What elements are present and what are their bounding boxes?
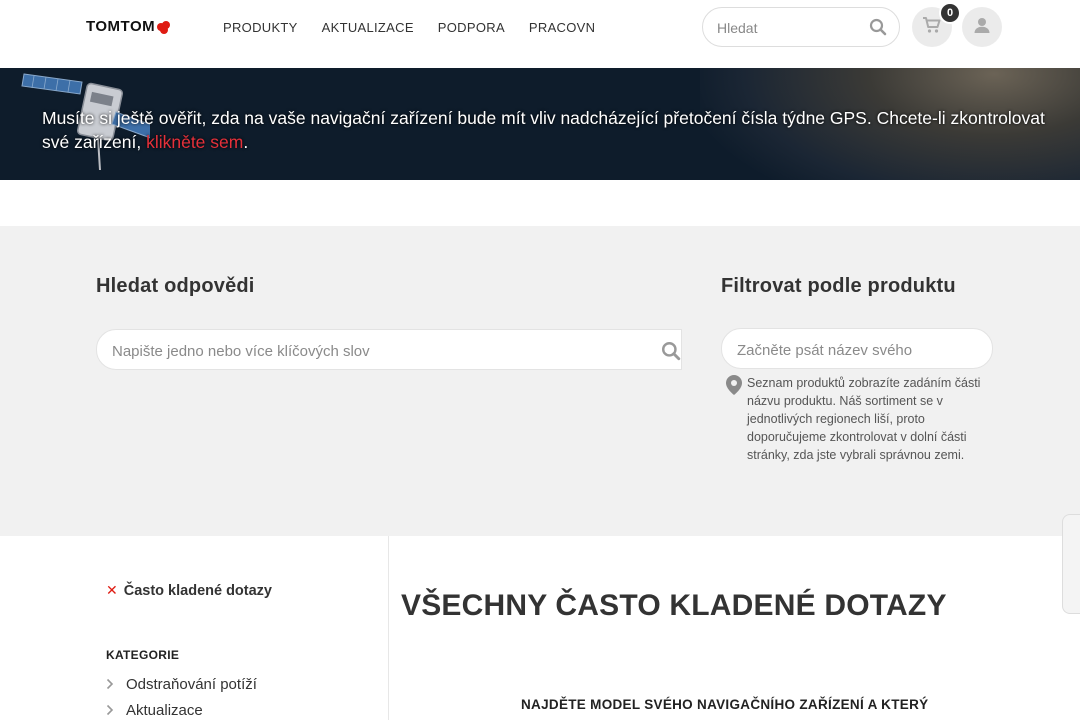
user-icon [973, 16, 991, 39]
chevron-right-icon [106, 677, 126, 693]
banner-message: Musíte si ještě ověřit, zda na vaše navi… [42, 108, 1045, 152]
faq-sidebar: ✕ Často kladené dotazy KATEGORIE Odstraň… [0, 536, 389, 720]
remove-filter-icon[interactable]: ✕ [106, 582, 118, 599]
active-filter[interactable]: ✕ Často kladené dotazy [106, 582, 272, 599]
product-filter-input[interactable] [737, 340, 927, 360]
categories-heading: KATEGORIE [106, 648, 180, 662]
tomtom-logo[interactable]: TOMTOM [86, 18, 171, 35]
site-header: TOMTOM PRODUKTY AKTUALIZACE PODPORA PRAC… [0, 0, 1080, 68]
keyword-search-input[interactable] [112, 341, 652, 361]
main-nav: PRODUKTY AKTUALIZACE PODPORA PRACOVN [223, 20, 619, 35]
search-icon[interactable] [661, 341, 681, 366]
category-item-updates[interactable]: Aktualizace [106, 702, 203, 719]
product-filter [721, 328, 993, 369]
find-device-heading: NAJDĚTE MODEL SVÉHO NAVIGAČNÍHO ZAŘÍZENÍ… [521, 697, 929, 712]
search-icon[interactable] [869, 18, 887, 41]
nav-item-pracovn[interactable]: PRACOVN [529, 20, 595, 35]
product-filter-hint: Seznam produktů zobrazíte zadáním části … [724, 374, 999, 464]
feedback-side-tab[interactable] [1062, 514, 1080, 614]
nav-item-podpora[interactable]: PODPORA [438, 20, 505, 35]
account-button[interactable] [962, 7, 1002, 47]
logo-hands-icon [157, 20, 171, 34]
header-search-input[interactable] [717, 18, 857, 38]
page-title: VŠECHNY ČASTO KLADENÉ DOTAZY [401, 589, 947, 622]
filter-by-product-title: Filtrovat podle produktu [721, 275, 956, 297]
gps-rollover-banner: Musíte si ještě ověřit, zda na vaše navi… [0, 68, 1080, 180]
cart-icon [922, 16, 942, 39]
header-search [702, 7, 900, 47]
cart-count-badge: 0 [939, 2, 961, 24]
category-item-troubleshooting[interactable]: Odstraňování potíží [106, 676, 257, 693]
cart-button[interactable]: 0 [912, 2, 961, 47]
search-answers-title: Hledat odpovědi [96, 275, 255, 297]
keyword-search [96, 329, 682, 370]
nav-item-produkty[interactable]: PRODUKTY [223, 20, 298, 35]
faq-search-section: Hledat odpovědi Filtrovat podle produktu… [0, 226, 1080, 536]
banner-link[interactable]: klikněte sem [146, 132, 243, 152]
chevron-right-icon [106, 703, 126, 719]
location-pin-icon [724, 374, 744, 401]
nav-item-aktualizace[interactable]: AKTUALIZACE [322, 20, 414, 35]
